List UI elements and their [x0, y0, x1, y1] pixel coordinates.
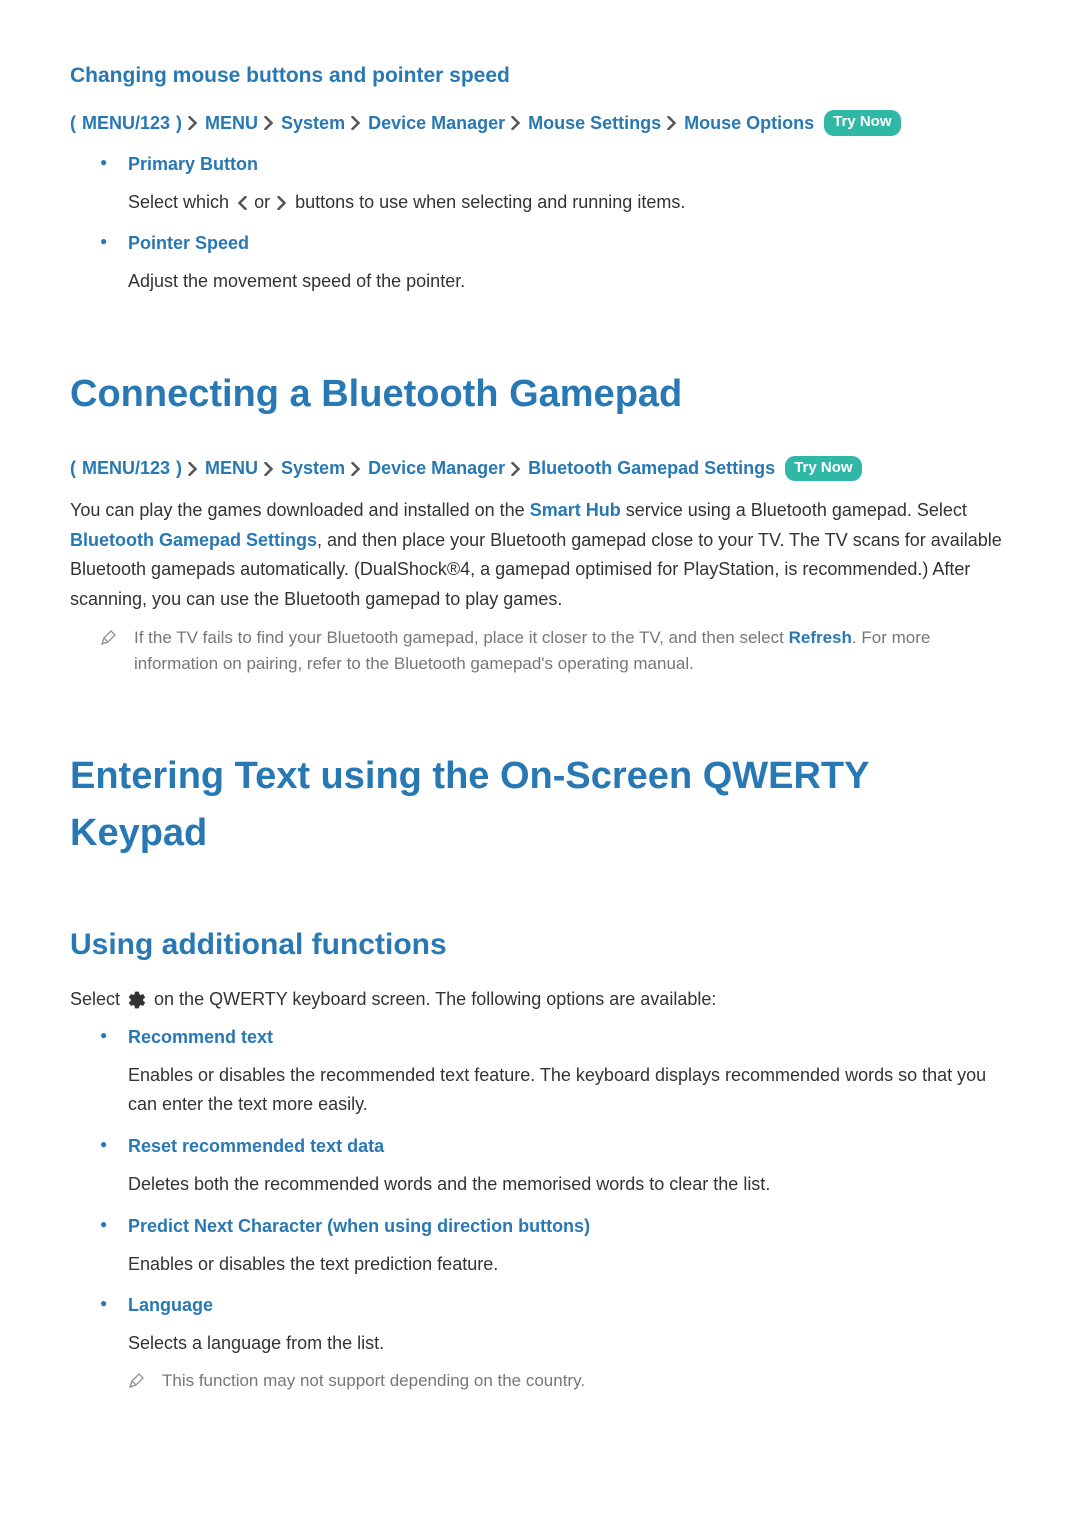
chevron-right-icon — [511, 116, 522, 130]
breadcrumb-item[interactable]: Mouse Options — [684, 110, 814, 137]
feature-title: Language — [128, 1292, 1010, 1319]
chevron-left-icon — [236, 196, 247, 210]
breadcrumb-paren-open: ( — [70, 110, 76, 137]
page-title: Connecting a Bluetooth Gamepad — [70, 366, 1010, 423]
gear-icon — [127, 990, 147, 1010]
chevron-right-icon — [667, 116, 678, 130]
breadcrumb-item[interactable]: MENU — [205, 455, 258, 482]
feature-title: Primary Button — [128, 151, 1010, 178]
feature-title: Pointer Speed — [128, 230, 1010, 257]
text: If the TV fails to find your Bluetooth g… — [134, 628, 789, 647]
chevron-right-icon — [188, 462, 199, 476]
breadcrumb: (MENU/123) MENU System Device Manager Bl… — [70, 455, 1010, 482]
list-item: Recommend text Enables or disables the r… — [100, 1024, 1010, 1119]
chevron-right-icon — [264, 116, 275, 130]
feature-title: Reset recommended text data — [128, 1133, 1010, 1160]
feature-desc: Enables or disables the recommended text… — [128, 1065, 986, 1114]
note-text: If the TV fails to find your Bluetooth g… — [134, 625, 1010, 678]
feature-list: Primary Button Select which or buttons t… — [100, 151, 1010, 297]
feature-title: Recommend text — [128, 1024, 1010, 1051]
page-title: Entering Text using the On-Screen QWERTY… — [70, 748, 1010, 862]
feature-title: Predict Next Character (when using direc… — [128, 1213, 1010, 1240]
text: buttons to use when selecting and runnin… — [290, 192, 685, 212]
refresh-link[interactable]: Refresh — [789, 628, 852, 647]
text: Select — [70, 989, 125, 1009]
smart-hub-link[interactable]: Smart Hub — [530, 500, 621, 520]
text: Select which — [128, 192, 234, 212]
feature-desc: Adjust the movement speed of the pointer… — [128, 271, 465, 291]
pencil-icon — [128, 1370, 144, 1397]
bluetooth-gamepad-settings-link[interactable]: Bluetooth Gamepad Settings — [70, 530, 317, 550]
feature-desc: Enables or disables the text prediction … — [128, 1254, 498, 1274]
breadcrumb-item[interactable]: Bluetooth Gamepad Settings — [528, 455, 775, 482]
feature-desc: Selects a language from the list. — [128, 1333, 384, 1353]
note: If the TV fails to find your Bluetooth g… — [100, 625, 1010, 678]
list-item: Language Selects a language from the lis… — [100, 1292, 1010, 1397]
body-paragraph: You can play the games downloaded and in… — [70, 496, 1010, 615]
note: This function may not support depending … — [128, 1368, 1010, 1397]
breadcrumb-item[interactable]: Device Manager — [368, 455, 505, 482]
try-now-button[interactable]: Try Now — [824, 110, 900, 136]
list-item: Pointer Speed Adjust the movement speed … — [100, 230, 1010, 296]
chevron-right-icon — [277, 196, 288, 210]
feature-desc: Select which or buttons to use when sele… — [128, 192, 685, 212]
breadcrumb-item[interactable]: MENU — [205, 110, 258, 137]
body-paragraph: Select on the QWERTY keyboard screen. Th… — [70, 985, 1010, 1015]
text: You can play the games downloaded and in… — [70, 500, 530, 520]
breadcrumb: (MENU/123) MENU System Device Manager Mo… — [70, 110, 1010, 137]
breadcrumb-paren-close: ) — [176, 110, 182, 137]
breadcrumb-item[interactable]: MENU/123 — [82, 110, 170, 137]
chevron-right-icon — [511, 462, 522, 476]
pencil-icon — [100, 627, 116, 678]
chevron-right-icon — [264, 462, 275, 476]
breadcrumb-item[interactable]: MENU/123 — [82, 455, 170, 482]
feature-list: Recommend text Enables or disables the r… — [100, 1024, 1010, 1397]
list-item: Reset recommended text data Deletes both… — [100, 1133, 1010, 1199]
breadcrumb-paren-open: ( — [70, 455, 76, 482]
note-text: This function may not support depending … — [162, 1368, 585, 1397]
text: service using a Bluetooth gamepad. Selec… — [621, 500, 967, 520]
breadcrumb-item[interactable]: Mouse Settings — [528, 110, 661, 137]
breadcrumb-item[interactable]: System — [281, 455, 345, 482]
try-now-button[interactable]: Try Now — [785, 456, 861, 482]
list-item: Primary Button Select which or buttons t… — [100, 151, 1010, 217]
list-item: Predict Next Character (when using direc… — [100, 1213, 1010, 1279]
breadcrumb-item[interactable]: System — [281, 110, 345, 137]
breadcrumb-paren-close: ) — [176, 455, 182, 482]
chevron-right-icon — [188, 116, 199, 130]
chevron-right-icon — [351, 462, 362, 476]
feature-desc: Deletes both the recommended words and t… — [128, 1174, 770, 1194]
section-subtitle: Changing mouse buttons and pointer speed — [70, 60, 1010, 92]
breadcrumb-item[interactable]: Device Manager — [368, 110, 505, 137]
text: or — [249, 192, 275, 212]
text: on the QWERTY keyboard screen. The follo… — [149, 989, 716, 1009]
chevron-right-icon — [351, 116, 362, 130]
section-title: Using additional functions — [70, 922, 1010, 967]
